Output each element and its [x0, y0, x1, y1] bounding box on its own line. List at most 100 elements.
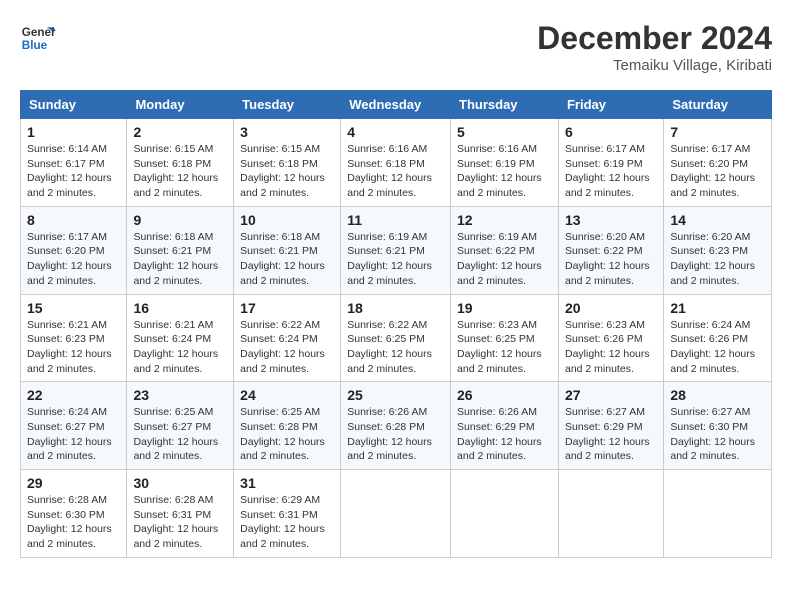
- day-info: Sunrise: 6:22 AMSunset: 6:25 PMDaylight:…: [347, 318, 444, 377]
- calendar-cell: 12 Sunrise: 6:19 AMSunset: 6:22 PMDayligh…: [451, 206, 559, 294]
- day-info: Sunrise: 6:15 AMSunset: 6:18 PMDaylight:…: [133, 142, 227, 201]
- day-number: 25: [347, 387, 444, 403]
- day-info: Sunrise: 6:23 AMSunset: 6:25 PMDaylight:…: [457, 318, 552, 377]
- day-info: Sunrise: 6:25 AMSunset: 6:28 PMDaylight:…: [240, 405, 334, 464]
- day-info: Sunrise: 6:25 AMSunset: 6:27 PMDaylight:…: [133, 405, 227, 464]
- logo-icon: General Blue: [20, 20, 56, 56]
- calendar-table: SundayMondayTuesdayWednesdayThursdayFrid…: [20, 90, 772, 558]
- day-number: 11: [347, 212, 444, 228]
- day-number: 15: [27, 300, 120, 316]
- calendar-cell: 15 Sunrise: 6:21 AMSunset: 6:23 PMDayligh…: [21, 294, 127, 382]
- day-info: Sunrise: 6:24 AMSunset: 6:26 PMDaylight:…: [670, 318, 765, 377]
- calendar-cell: [558, 470, 663, 558]
- day-number: 27: [565, 387, 657, 403]
- calendar-cell: 7 Sunrise: 6:17 AMSunset: 6:20 PMDaylight…: [664, 119, 772, 207]
- calendar-cell: 8Sunrise: 6:17 AMSunset: 6:20 PMDaylight…: [21, 206, 127, 294]
- calendar-cell: 25 Sunrise: 6:26 AMSunset: 6:28 PMDayligh…: [341, 382, 451, 470]
- calendar-cell: 20 Sunrise: 6:23 AMSunset: 6:26 PMDayligh…: [558, 294, 663, 382]
- calendar-cell: 13 Sunrise: 6:20 AMSunset: 6:22 PMDayligh…: [558, 206, 663, 294]
- day-info: Sunrise: 6:18 AMSunset: 6:21 PMDaylight:…: [240, 230, 334, 289]
- day-info: Sunrise: 6:16 AMSunset: 6:19 PMDaylight:…: [457, 142, 552, 201]
- day-info: Sunrise: 6:26 AMSunset: 6:29 PMDaylight:…: [457, 405, 552, 464]
- column-header-monday: Monday: [127, 91, 234, 119]
- day-info: Sunrise: 6:24 AMSunset: 6:27 PMDaylight:…: [27, 405, 120, 464]
- location-title: Temaiku Village, Kiribati: [537, 57, 772, 74]
- day-number: 28: [670, 387, 765, 403]
- day-info: Sunrise: 6:15 AMSunset: 6:18 PMDaylight:…: [240, 142, 334, 201]
- calendar-cell: 14 Sunrise: 6:20 AMSunset: 6:23 PMDayligh…: [664, 206, 772, 294]
- calendar-cell: 3 Sunrise: 6:15 AMSunset: 6:18 PMDaylight…: [234, 119, 341, 207]
- calendar-cell: 18 Sunrise: 6:22 AMSunset: 6:25 PMDayligh…: [341, 294, 451, 382]
- calendar-cell: [664, 470, 772, 558]
- day-info: Sunrise: 6:17 AMSunset: 6:19 PMDaylight:…: [565, 142, 657, 201]
- calendar-cell: 24 Sunrise: 6:25 AMSunset: 6:28 PMDayligh…: [234, 382, 341, 470]
- calendar-cell: 6 Sunrise: 6:17 AMSunset: 6:19 PMDaylight…: [558, 119, 663, 207]
- calendar-week-3: 15 Sunrise: 6:21 AMSunset: 6:23 PMDayligh…: [21, 294, 772, 382]
- calendar-cell: 1 Sunrise: 6:14 AMSunset: 6:17 PMDaylight…: [21, 119, 127, 207]
- calendar-week-2: 8Sunrise: 6:17 AMSunset: 6:20 PMDaylight…: [21, 206, 772, 294]
- day-number: 10: [240, 212, 334, 228]
- calendar-cell: 2Sunrise: 6:15 AMSunset: 6:18 PMDaylight…: [127, 119, 234, 207]
- day-number: 5: [457, 124, 552, 140]
- day-info: Sunrise: 6:21 AMSunset: 6:23 PMDaylight:…: [27, 318, 120, 377]
- calendar-cell: 30Sunrise: 6:28 AMSunset: 6:31 PMDayligh…: [127, 470, 234, 558]
- day-number: 16: [133, 300, 227, 316]
- day-info: Sunrise: 6:28 AMSunset: 6:30 PMDaylight:…: [27, 493, 120, 552]
- calendar-cell: 28 Sunrise: 6:27 AMSunset: 6:30 PMDayligh…: [664, 382, 772, 470]
- calendar-cell: [451, 470, 559, 558]
- day-info: Sunrise: 6:19 AMSunset: 6:22 PMDaylight:…: [457, 230, 552, 289]
- column-header-saturday: Saturday: [664, 91, 772, 119]
- day-number: 31: [240, 475, 334, 491]
- day-number: 23: [133, 387, 227, 403]
- day-number: 8: [27, 212, 120, 228]
- calendar-cell: 10 Sunrise: 6:18 AMSunset: 6:21 PMDayligh…: [234, 206, 341, 294]
- day-info: Sunrise: 6:17 AMSunset: 6:20 PMDaylight:…: [670, 142, 765, 201]
- day-info: Sunrise: 6:29 AMSunset: 6:31 PMDaylight:…: [240, 493, 334, 552]
- day-info: Sunrise: 6:23 AMSunset: 6:26 PMDaylight:…: [565, 318, 657, 377]
- calendar-cell: 17 Sunrise: 6:22 AMSunset: 6:24 PMDayligh…: [234, 294, 341, 382]
- calendar-cell: 27 Sunrise: 6:27 AMSunset: 6:29 PMDayligh…: [558, 382, 663, 470]
- calendar-cell: 19 Sunrise: 6:23 AMSunset: 6:25 PMDayligh…: [451, 294, 559, 382]
- calendar-cell: 5 Sunrise: 6:16 AMSunset: 6:19 PMDaylight…: [451, 119, 559, 207]
- day-number: 7: [670, 124, 765, 140]
- day-info: Sunrise: 6:27 AMSunset: 6:30 PMDaylight:…: [670, 405, 765, 464]
- day-number: 29: [27, 475, 120, 491]
- calendar-header-row: SundayMondayTuesdayWednesdayThursdayFrid…: [21, 91, 772, 119]
- svg-text:Blue: Blue: [22, 39, 48, 52]
- day-number: 21: [670, 300, 765, 316]
- calendar-cell: 31 Sunrise: 6:29 AMSunset: 6:31 PMDayligh…: [234, 470, 341, 558]
- day-number: 24: [240, 387, 334, 403]
- day-info: Sunrise: 6:20 AMSunset: 6:23 PMDaylight:…: [670, 230, 765, 289]
- column-header-tuesday: Tuesday: [234, 91, 341, 119]
- day-number: 12: [457, 212, 552, 228]
- calendar-cell: 23 Sunrise: 6:25 AMSunset: 6:27 PMDayligh…: [127, 382, 234, 470]
- column-header-thursday: Thursday: [451, 91, 559, 119]
- day-number: 14: [670, 212, 765, 228]
- calendar-cell: 22 Sunrise: 6:24 AMSunset: 6:27 PMDayligh…: [21, 382, 127, 470]
- page-header: General Blue December 2024 Temaiku Villa…: [20, 20, 772, 74]
- calendar-cell: 21 Sunrise: 6:24 AMSunset: 6:26 PMDayligh…: [664, 294, 772, 382]
- day-number: 3: [240, 124, 334, 140]
- calendar-week-1: 1 Sunrise: 6:14 AMSunset: 6:17 PMDaylight…: [21, 119, 772, 207]
- day-info: Sunrise: 6:22 AMSunset: 6:24 PMDaylight:…: [240, 318, 334, 377]
- day-number: 18: [347, 300, 444, 316]
- day-number: 13: [565, 212, 657, 228]
- day-number: 6: [565, 124, 657, 140]
- calendar-cell: 29 Sunrise: 6:28 AMSunset: 6:30 PMDayligh…: [21, 470, 127, 558]
- calendar-cell: 11Sunrise: 6:19 AMSunset: 6:21 PMDayligh…: [341, 206, 451, 294]
- day-number: 20: [565, 300, 657, 316]
- day-info: Sunrise: 6:14 AMSunset: 6:17 PMDaylight:…: [27, 142, 120, 201]
- day-info: Sunrise: 6:26 AMSunset: 6:28 PMDaylight:…: [347, 405, 444, 464]
- calendar-cell: 26 Sunrise: 6:26 AMSunset: 6:29 PMDayligh…: [451, 382, 559, 470]
- calendar-cell: 4Sunrise: 6:16 AMSunset: 6:18 PMDaylight…: [341, 119, 451, 207]
- day-number: 19: [457, 300, 552, 316]
- day-number: 22: [27, 387, 120, 403]
- column-header-friday: Friday: [558, 91, 663, 119]
- day-number: 17: [240, 300, 334, 316]
- day-info: Sunrise: 6:20 AMSunset: 6:22 PMDaylight:…: [565, 230, 657, 289]
- day-number: 26: [457, 387, 552, 403]
- day-info: Sunrise: 6:27 AMSunset: 6:29 PMDaylight:…: [565, 405, 657, 464]
- day-number: 30: [133, 475, 227, 491]
- day-number: 1: [27, 124, 120, 140]
- month-title: December 2024: [537, 20, 772, 57]
